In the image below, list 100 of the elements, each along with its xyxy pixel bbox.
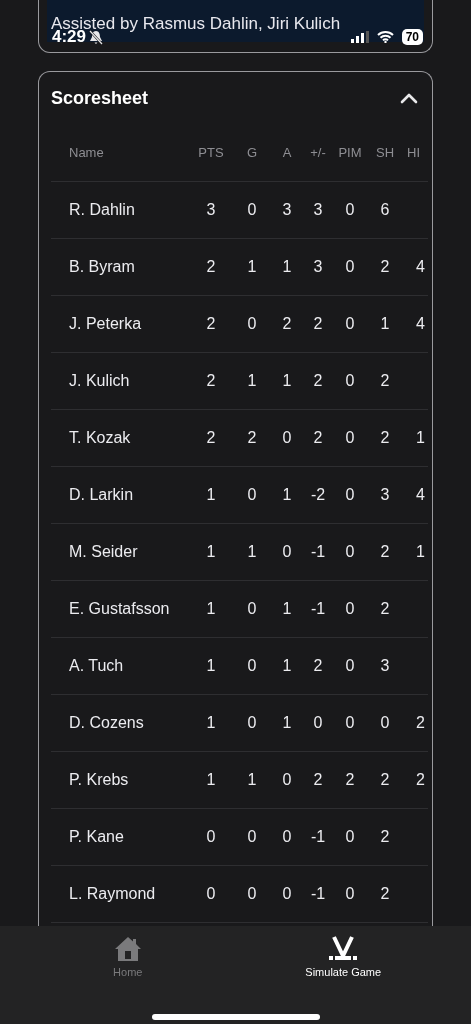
stat-cell-text: 0 bbox=[344, 600, 356, 618]
stat-cell-text: 3 bbox=[312, 258, 324, 276]
stat-cell-text: 1 bbox=[281, 258, 293, 276]
stat-cell-text: 2 bbox=[379, 885, 391, 903]
stat-cell-text: 0 bbox=[246, 201, 258, 219]
stat-cell-text: 0 bbox=[344, 885, 356, 903]
stat-cell-text: 0 bbox=[344, 372, 356, 390]
stat-cell-text: 2 bbox=[379, 258, 391, 276]
stat-cell-text: 2 bbox=[312, 771, 324, 789]
stat-cell-text: 1 bbox=[415, 543, 426, 561]
player-name: M. Seider bbox=[68, 543, 139, 561]
stat-cell-text: 2 bbox=[205, 429, 217, 447]
stat-cell-text: 1 bbox=[205, 543, 217, 561]
player-name: D. Cozens bbox=[68, 714, 145, 732]
stat-cell-text: 0 bbox=[344, 543, 356, 561]
stat-cell-text: 0 bbox=[246, 885, 258, 903]
column-header: G bbox=[245, 145, 259, 160]
column-header: Name bbox=[68, 145, 105, 160]
stat-cell-text: 0 bbox=[246, 657, 258, 675]
stat-cell-text: 0 bbox=[344, 486, 356, 504]
stat-cell-text: 1 bbox=[379, 315, 391, 333]
stat-cell-text: 1 bbox=[281, 657, 293, 675]
stat-cell-text: 1 bbox=[205, 771, 217, 789]
stat-cell-text: 1 bbox=[205, 657, 217, 675]
stat-cell-text: 2 bbox=[205, 372, 217, 390]
stat-cell-text: 2 bbox=[415, 714, 426, 732]
stat-cell-text: 0 bbox=[344, 315, 356, 333]
stat-cell-text: 4 bbox=[415, 486, 426, 504]
wifi-icon bbox=[376, 31, 394, 43]
player-name: J. Peterka bbox=[68, 315, 143, 333]
stat-cell-text: 0 bbox=[344, 828, 356, 846]
stat-cell-text: -1 bbox=[309, 828, 327, 846]
stat-cell-text: -2 bbox=[309, 486, 327, 504]
stat-cell-text: 1 bbox=[205, 600, 217, 618]
stat-cell-text: 0 bbox=[281, 429, 293, 447]
stat-cell-text: 0 bbox=[246, 828, 258, 846]
stat-cell-text: -1 bbox=[309, 600, 327, 618]
stat-cell-text: 0 bbox=[246, 486, 258, 504]
stat-cell-text: 1 bbox=[415, 429, 426, 447]
stat-cell-text: 0 bbox=[205, 885, 217, 903]
stat-cell-text: 3 bbox=[312, 201, 324, 219]
stat-cell-text: 0 bbox=[281, 828, 293, 846]
card-title: Scoresheet bbox=[51, 87, 149, 109]
stat-cell-text: 2 bbox=[379, 429, 391, 447]
stat-cell-text: 1 bbox=[246, 543, 258, 561]
player-name: A. Tuch bbox=[68, 657, 125, 675]
stat-cell-text: 0 bbox=[344, 201, 356, 219]
stat-cell-text: 1 bbox=[246, 771, 258, 789]
stat-cell-text: 2 bbox=[312, 429, 324, 447]
stat-cell-text: 0 bbox=[281, 885, 293, 903]
column-header: PIM bbox=[337, 145, 363, 160]
player-name: P. Krebs bbox=[68, 771, 130, 789]
stat-cell-text: 2 bbox=[312, 315, 324, 333]
stat-cell-text: 2 bbox=[205, 258, 217, 276]
stat-cell-text: 2 bbox=[415, 771, 426, 789]
column-header: HI bbox=[406, 145, 421, 160]
stat-cell-text: 2 bbox=[379, 372, 391, 390]
stat-cell-text: 0 bbox=[246, 600, 258, 618]
player-name: R. Dahlin bbox=[68, 201, 136, 219]
stat-cell-text: 0 bbox=[246, 315, 258, 333]
tab[interactable]: Home bbox=[62, 936, 193, 978]
stat-cell-text: 0 bbox=[246, 714, 258, 732]
player-name: T. Kozak bbox=[68, 429, 132, 447]
stat-cell-text: 4 bbox=[415, 315, 426, 333]
column-header: PTS bbox=[197, 145, 225, 160]
stat-cell-text: 2 bbox=[379, 600, 391, 618]
stat-cell-text: 6 bbox=[379, 201, 391, 219]
bell-slash-icon bbox=[89, 29, 104, 45]
stat-cell-text: 2 bbox=[205, 315, 217, 333]
stat-cell-text: 0 bbox=[312, 714, 324, 732]
player-name: P. Kane bbox=[68, 828, 125, 846]
stat-cell-text: 2 bbox=[379, 771, 391, 789]
stat-cell-text: -1 bbox=[309, 885, 327, 903]
stat-cell-text: 2 bbox=[312, 657, 324, 675]
stat-cell-text: 1 bbox=[281, 486, 293, 504]
stat-cell-text: 0 bbox=[281, 771, 293, 789]
chevron-up-icon[interactable] bbox=[400, 92, 418, 104]
stat-cell-text: 1 bbox=[205, 714, 217, 732]
stat-cell-text: -1 bbox=[309, 543, 327, 561]
stat-cell-text: 0 bbox=[344, 657, 356, 675]
player-name: J. Kulich bbox=[68, 372, 131, 390]
stat-cell-text: 2 bbox=[344, 771, 356, 789]
stat-cell-text: 1 bbox=[281, 714, 293, 732]
stat-cell-text: 2 bbox=[379, 543, 391, 561]
stat-cell-text: 2 bbox=[246, 429, 258, 447]
tab[interactable]: Simulate Game bbox=[278, 936, 409, 978]
player-name: E. Gustafsson bbox=[68, 600, 171, 618]
stat-cell-text: 3 bbox=[281, 201, 293, 219]
stat-cell-text: 3 bbox=[205, 201, 217, 219]
stat-cell-text: 1 bbox=[205, 486, 217, 504]
stat-cell-text: 0 bbox=[344, 258, 356, 276]
column-header: A bbox=[281, 145, 293, 160]
stat-cell-text: 0 bbox=[344, 429, 356, 447]
stat-cell-text: 1 bbox=[281, 372, 293, 390]
stat-cell-text: 4 bbox=[415, 258, 426, 276]
signal-icon bbox=[350, 31, 369, 43]
stat-cell-text: 0 bbox=[344, 714, 356, 732]
column-header: +/- bbox=[309, 145, 327, 160]
stat-cell-text: 2 bbox=[312, 372, 324, 390]
hockey-sticks-icon bbox=[328, 936, 359, 962]
